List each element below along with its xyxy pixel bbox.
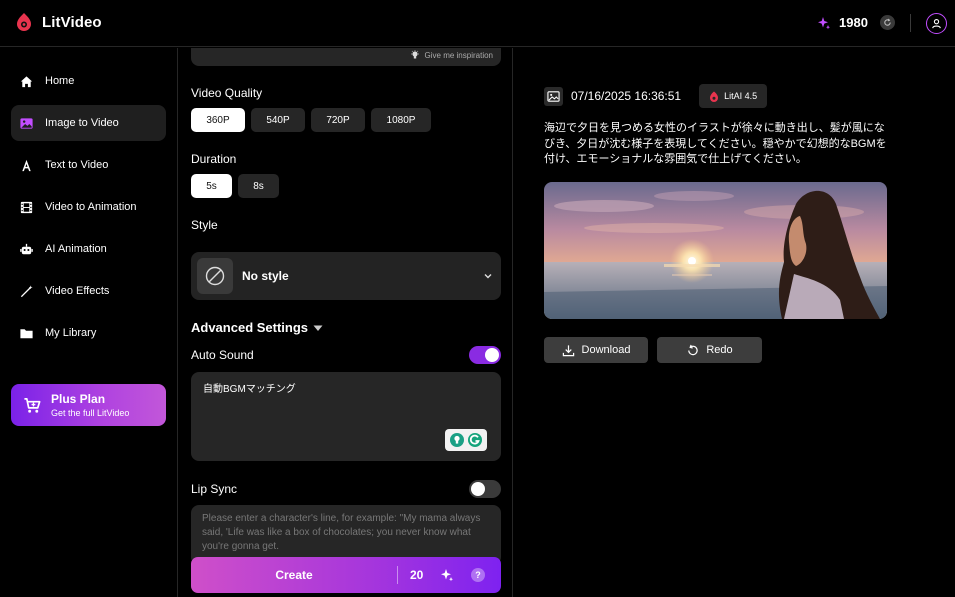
lip-sync-label: Lip Sync xyxy=(191,482,238,496)
auto-sound-toggle[interactable] xyxy=(469,346,501,364)
redo-label: Redo xyxy=(706,344,733,356)
style-label: Style xyxy=(191,218,218,232)
video-quality-label: Video Quality xyxy=(191,86,263,100)
home-icon xyxy=(20,75,33,87)
quality-option-540p[interactable]: 540P xyxy=(251,108,305,132)
no-style-icon xyxy=(197,258,233,294)
lip-sync-toggle[interactable] xyxy=(469,480,501,498)
refresh-icon xyxy=(884,18,891,26)
top-bar: LitVideo 1980 xyxy=(0,0,955,47)
auto-sound-label: Auto Sound xyxy=(191,348,254,362)
sidebar-item-home[interactable]: Home xyxy=(11,63,166,99)
result-meta: 07/16/2025 16:36:51 LitAI 4.5 xyxy=(544,84,768,108)
cart-icon xyxy=(24,397,41,413)
create-label: Create xyxy=(275,568,313,582)
grammar-assistant-widget[interactable] xyxy=(445,429,487,451)
sidebar-item-label: Text to Video xyxy=(45,159,109,171)
model-name: LitAI 4.5 xyxy=(724,91,758,101)
plus-plan-card[interactable]: Plus Plan Get the full LitVideo xyxy=(11,384,166,426)
logo[interactable]: LitVideo xyxy=(14,12,102,32)
result-panel: 07/16/2025 16:36:51 LitAI 4.5 海辺で夕日を見つめる… xyxy=(514,48,955,597)
folder-icon xyxy=(20,328,33,338)
credits-count: 1980 xyxy=(839,15,868,30)
prompt-input-box[interactable]: Give me inspiration xyxy=(191,48,501,66)
sunset-woman-image xyxy=(544,182,887,319)
quality-option-720p[interactable]: 720P xyxy=(311,108,365,132)
advanced-settings-label: Advanced Settings xyxy=(191,320,309,335)
create-cost: 20 xyxy=(410,568,424,582)
sparkle-icon xyxy=(441,569,453,582)
result-image[interactable] xyxy=(544,182,887,319)
redo-button[interactable]: Redo xyxy=(657,337,762,363)
flame-icon xyxy=(710,91,719,102)
download-icon xyxy=(562,344,574,356)
style-value: No style xyxy=(242,269,289,283)
inspiration-button[interactable]: Give me inspiration xyxy=(410,50,493,60)
lip-sync-placeholder: Please enter a character's line, for exa… xyxy=(202,513,481,552)
model-badge: LitAI 4.5 xyxy=(699,84,768,108)
image-icon xyxy=(544,86,563,106)
app-name: LitVideo xyxy=(42,13,102,31)
image-icon xyxy=(20,117,33,129)
sidebar-item-my-library[interactable]: My Library xyxy=(11,315,166,351)
sidebar-item-label: Video Effects xyxy=(45,285,110,297)
plus-plan-title: Plus Plan xyxy=(51,392,106,406)
text-icon xyxy=(22,159,31,171)
duration-option-5s[interactable]: 5s xyxy=(191,174,232,198)
inspiration-label: Give me inspiration xyxy=(424,50,493,60)
sparkle-icon xyxy=(818,16,830,29)
result-timestamp: 07/16/2025 16:36:51 xyxy=(571,89,682,103)
lightbulb-icon xyxy=(410,50,419,59)
robot-icon xyxy=(20,243,33,254)
generation-form: Give me inspiration Video Quality 360P 5… xyxy=(179,48,513,597)
sidebar-item-video-effects[interactable]: Video Effects xyxy=(11,273,166,309)
auto-sound-textarea[interactable]: 自動BGMマッチング xyxy=(191,372,501,461)
advanced-settings-toggle[interactable]: Advanced Settings xyxy=(191,320,324,335)
sidebar-item-video-to-animation[interactable]: Video to Animation xyxy=(11,189,166,225)
sidebar-item-label: My Library xyxy=(45,327,97,339)
download-button[interactable]: Download xyxy=(544,337,648,363)
duration-label: Duration xyxy=(191,152,237,166)
sidebar-item-label: Video to Animation xyxy=(45,201,137,213)
grammarly-icon xyxy=(468,433,482,447)
wand-icon xyxy=(20,284,33,297)
download-label: Download xyxy=(581,344,631,356)
film-icon xyxy=(20,201,33,213)
duration-option-8s[interactable]: 8s xyxy=(238,174,279,198)
create-button[interactable]: Create 20 ? xyxy=(191,557,501,593)
sidebar-item-label: AI Animation xyxy=(45,243,107,255)
sidebar-item-text-to-video[interactable]: Text to Video xyxy=(11,147,166,183)
create-divider xyxy=(397,566,398,584)
sidebar: Home Image to Video Text to Video Video … xyxy=(0,48,178,597)
chevron-down-icon xyxy=(484,274,492,279)
credits-display[interactable]: 1980 xyxy=(817,15,868,30)
user-profile-button[interactable] xyxy=(926,13,947,34)
caret-down-icon xyxy=(313,325,323,331)
plus-plan-subtitle: Get the full LitVideo xyxy=(51,408,130,418)
sidebar-item-image-to-video[interactable]: Image to Video xyxy=(11,105,166,141)
user-icon xyxy=(932,19,941,29)
sidebar-item-label: Image to Video xyxy=(45,117,119,129)
logo-icon xyxy=(17,13,31,31)
lip-sync-input[interactable]: Please enter a character's line, for exa… xyxy=(191,505,501,565)
result-prompt: 海辺で夕日を見つめる女性のイラストが徐々に動き出し、髪が風になびき、夕日が沈む様… xyxy=(544,122,887,165)
auto-sound-text: 自動BGMマッチング xyxy=(203,384,296,395)
refresh-credits-button[interactable] xyxy=(880,15,895,30)
quality-option-1080p[interactable]: 1080P xyxy=(371,108,431,132)
redo-icon xyxy=(688,344,699,355)
sidebar-item-ai-animation[interactable]: AI Animation xyxy=(11,231,166,267)
lightbulb-icon xyxy=(450,433,464,447)
help-icon[interactable]: ? xyxy=(471,568,485,582)
top-divider xyxy=(910,14,911,32)
style-selector[interactable]: No style xyxy=(191,252,501,300)
sidebar-item-label: Home xyxy=(45,75,75,87)
quality-option-360p[interactable]: 360P xyxy=(191,108,245,132)
